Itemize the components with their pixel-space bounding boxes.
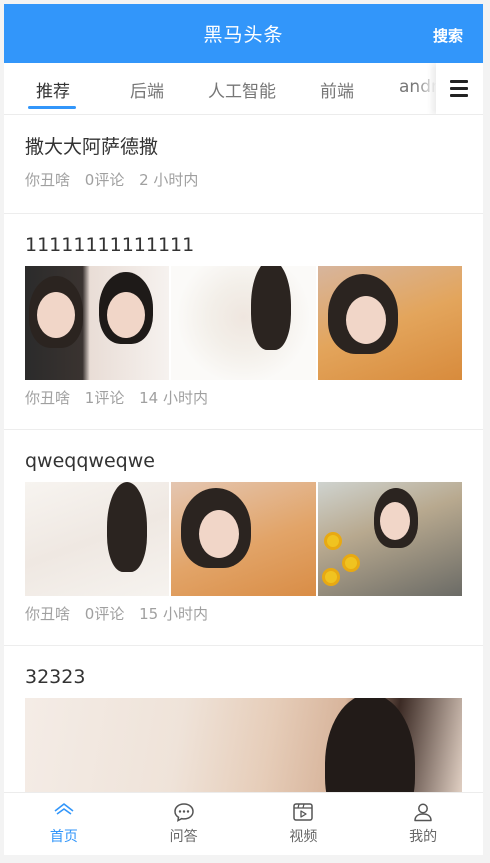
- home-icon: [54, 803, 74, 815]
- article-comments: 0评论: [84, 171, 125, 189]
- article-cover-image: [25, 698, 462, 792]
- article-time: 2 小时内: [139, 171, 199, 189]
- tabbar-label: 问答: [169, 829, 198, 845]
- article-meta: 你丑啥 0评论 2 小时内: [25, 170, 463, 190]
- nav-bar: 黑马头条 搜索: [4, 4, 483, 63]
- article-title: 32323: [25, 666, 86, 688]
- article-item[interactable]: qweqqweqwe 你丑啥 0评论 15 小时内: [4, 430, 483, 646]
- tab-frontend[interactable]: 前端: [320, 77, 354, 102]
- article-image: [171, 266, 316, 380]
- tabbar-label: 首页: [49, 829, 78, 845]
- tab-recommend[interactable]: 推荐: [36, 77, 70, 102]
- article-author: 你丑啥: [25, 605, 71, 623]
- tab-ai[interactable]: 人工智能: [208, 77, 276, 102]
- article-time: 15 小时内: [139, 605, 208, 623]
- article-item[interactable]: 撒大大阿萨德撒 你丑啥 0评论 2 小时内: [4, 116, 483, 214]
- article-item[interactable]: 32323: [4, 646, 483, 792]
- tab-fade-overlay: [416, 63, 436, 114]
- article-thumbnails: [25, 482, 462, 596]
- tabbar-qa[interactable]: 问答: [124, 793, 244, 855]
- article-title: 11111111111111: [25, 234, 195, 256]
- article-time: 14 小时内: [139, 389, 208, 407]
- article-image: [25, 482, 170, 596]
- tabbar-home[interactable]: 首页: [4, 793, 124, 855]
- chat-bubble-icon: [173, 803, 194, 822]
- article-comments: 0评论: [84, 605, 125, 623]
- channel-tabs: 推荐 后端 人工智能 前端 andr: [4, 63, 483, 115]
- search-button[interactable]: 搜索: [433, 25, 463, 46]
- tabbar-video[interactable]: 视频: [244, 793, 364, 855]
- active-tab-indicator: [28, 106, 76, 109]
- article-comments: 1评论: [84, 389, 125, 407]
- article-meta: 你丑啥 0评论 15 小时内: [25, 604, 463, 624]
- channel-menu-button[interactable]: [436, 63, 483, 114]
- article-image: [317, 482, 462, 596]
- article-item[interactable]: 11111111111111 你丑啥 1评论 14 小时内: [4, 214, 483, 430]
- tab-backend[interactable]: 后端: [130, 77, 164, 102]
- article-thumbnails: [25, 266, 462, 380]
- article-list[interactable]: 撒大大阿萨德撒 你丑啥 0评论 2 小时内 11111111111111 你丑啥…: [4, 116, 483, 792]
- article-title: 撒大大阿萨德撒: [25, 136, 159, 158]
- article-author: 你丑啥: [25, 389, 71, 407]
- app-screen: 黑马头条 搜索 推荐 后端 人工智能 前端 andr 撒大大阿萨德撒 你丑啥 0…: [4, 4, 483, 855]
- bottom-tab-bar: 首页 问答 视频 我的: [4, 792, 483, 855]
- article-image: [25, 266, 170, 380]
- tabbar-label: 视频: [289, 829, 318, 845]
- article-image: [171, 482, 316, 596]
- tabbar-mine[interactable]: 我的: [363, 793, 483, 855]
- video-icon: [293, 803, 314, 821]
- article-author: 你丑啥: [25, 171, 71, 189]
- user-icon: [414, 803, 432, 822]
- article-meta: 你丑啥 1评论 14 小时内: [25, 388, 463, 408]
- article-image: [317, 266, 462, 380]
- article-title: qweqqweqwe: [25, 450, 155, 472]
- tabbar-label: 我的: [409, 829, 438, 845]
- page-title: 黑马头条: [203, 24, 284, 46]
